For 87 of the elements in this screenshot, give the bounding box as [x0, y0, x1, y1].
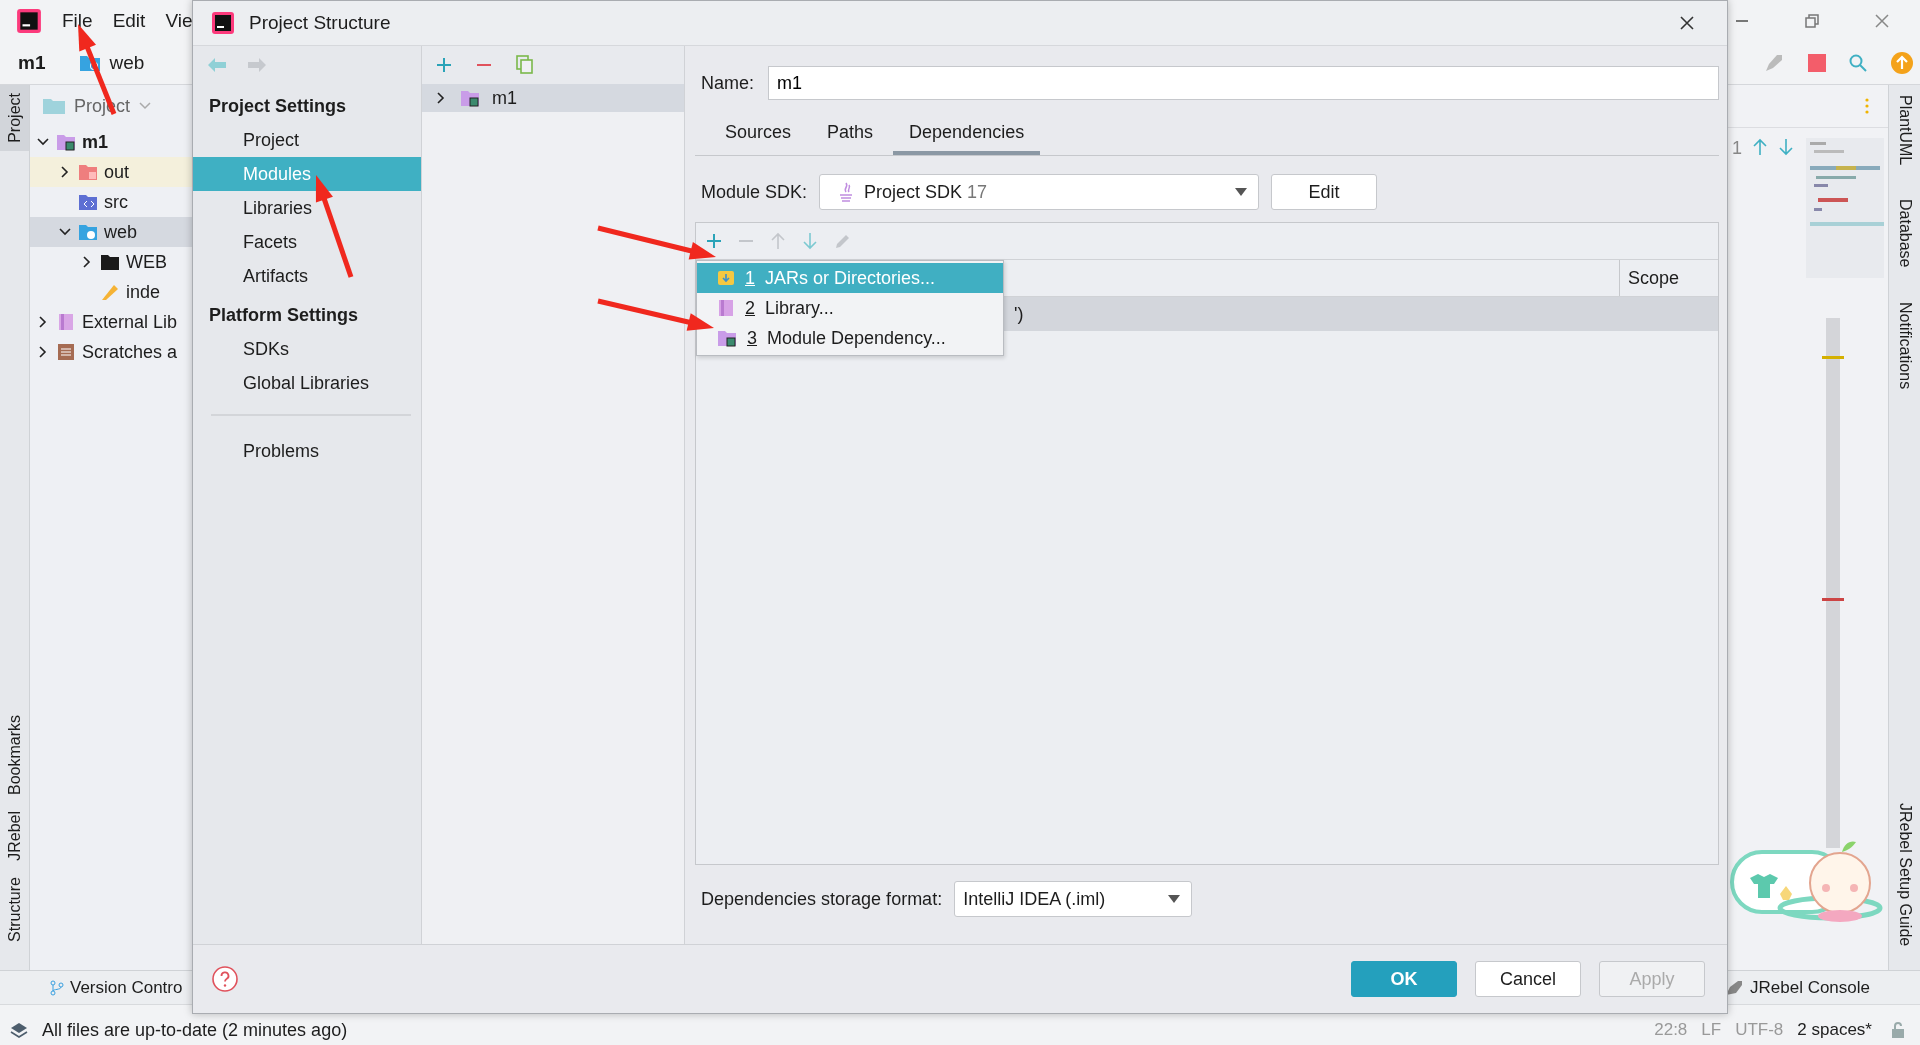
source-folder-icon [78, 193, 98, 211]
name-field[interactable]: m1 [768, 66, 1719, 100]
menu-item[interactable]: File [62, 10, 93, 32]
edit-button[interactable]: Edit [1271, 174, 1378, 210]
tree-item[interactable]: Scratches a [30, 337, 192, 367]
more-icon[interactable] [1864, 98, 1870, 114]
tool-window-button[interactable]: Version Contro [50, 977, 183, 998]
tree-item[interactable]: web [30, 217, 192, 247]
arrow-down-icon[interactable] [1778, 138, 1794, 156]
back-icon[interactable] [207, 57, 227, 73]
close-icon[interactable] [1679, 15, 1695, 31]
nav-item[interactable]: Problems [193, 434, 421, 468]
tool-window-tab[interactable]: JRebel Setup Guide [1895, 802, 1914, 950]
tool-window-tab[interactable]: Bookmarks [0, 707, 29, 804]
tool-window-button[interactable]: JRebel Console [1724, 977, 1870, 998]
pencil-icon[interactable] [834, 232, 852, 250]
update-icon[interactable] [1890, 51, 1914, 75]
status-message: All files are up-to-date (2 minutes ago) [42, 1019, 348, 1041]
dropdown-arrow-icon [1234, 187, 1249, 197]
nav-item[interactable]: Project [193, 123, 421, 157]
file-icon [100, 283, 120, 301]
section-heading: Platform Settings [208, 304, 360, 327]
tree-item[interactable]: inde [30, 277, 192, 307]
nav-item[interactable]: Libraries [193, 191, 421, 225]
folder-icon [100, 253, 120, 271]
library-icon [56, 313, 76, 331]
module-folder-icon [717, 329, 737, 347]
column-header[interactable]: Scope [1620, 260, 1718, 296]
restore-icon[interactable] [1804, 13, 1820, 29]
nav-item[interactable]: Facets [193, 225, 421, 259]
book-icon [717, 299, 735, 317]
app-logo-icon [211, 11, 235, 35]
arrow-up-icon[interactable] [770, 232, 786, 250]
indent-setting[interactable]: 2 spaces* [1797, 1020, 1872, 1040]
module-item[interactable]: m1 [422, 84, 684, 112]
app-logo-icon[interactable] [16, 8, 42, 34]
tree-item[interactable]: out [30, 157, 192, 187]
copy-icon[interactable] [516, 55, 534, 75]
arrow-down-icon[interactable] [802, 232, 818, 250]
layers-icon[interactable] [10, 1021, 28, 1039]
search-icon[interactable] [1848, 53, 1868, 73]
section-heading: Project Settings [208, 95, 348, 118]
tab[interactable]: Dependencies [893, 114, 1041, 155]
nav-item[interactable]: Artifacts [193, 259, 421, 293]
tree-item[interactable]: External Lib [30, 307, 192, 337]
dialog-title: Project Structure [249, 12, 391, 34]
nav-item[interactable]: SDKs [193, 332, 421, 366]
tab[interactable]: Sources [709, 114, 808, 155]
lock-icon[interactable] [1890, 1021, 1906, 1039]
web-folder-icon [78, 223, 98, 241]
field-label: Dependencies storage format: [701, 888, 943, 910]
tree-item[interactable]: m1 [30, 127, 192, 157]
menu-item[interactable]: Vie [165, 10, 193, 32]
nav-item[interactable]: Global Libraries [193, 366, 421, 400]
tool-window-tab[interactable]: Project [0, 85, 29, 151]
download-box-icon [717, 269, 735, 287]
dropdown-arrow-icon [1167, 894, 1182, 904]
help-icon[interactable] [211, 965, 239, 993]
sdk-dropdown[interactable]: Project SDK 17 [819, 174, 1260, 210]
chevron-down-icon[interactable] [138, 101, 153, 111]
add-icon[interactable] [706, 233, 722, 249]
tool-window-tab[interactable]: Database [1895, 199, 1914, 272]
arrow-up-icon[interactable] [1752, 138, 1768, 156]
folder-icon [78, 163, 98, 181]
tool-window-tab[interactable]: PlantUML [1895, 95, 1914, 170]
tool-window-tab[interactable]: Notifications [1895, 301, 1914, 393]
coffee-cup-icon [838, 181, 855, 203]
breadcrumb-item[interactable]: web [109, 52, 145, 74]
dialog-button[interactable]: Cancel [1475, 961, 1581, 997]
tree-item[interactable]: WEB [30, 247, 192, 277]
branch-icon [50, 979, 64, 996]
field-label: Name: [701, 72, 754, 94]
field-label: Module SDK: [701, 181, 808, 203]
line-number: 1 [1732, 138, 1742, 159]
tree-item[interactable]: src [30, 187, 192, 217]
storage-format-dropdown[interactable]: IntelliJ IDEA (.iml) [954, 881, 1193, 917]
module-folder-icon [460, 89, 480, 107]
module-folder-icon [56, 133, 76, 151]
breadcrumb-item[interactable]: m1 [18, 52, 46, 74]
forward-icon[interactable] [247, 57, 267, 73]
notepad-icon [56, 343, 76, 361]
folder-icon [42, 97, 66, 115]
menu-item[interactable]: Edit [112, 10, 146, 32]
tab[interactable]: Paths [811, 114, 890, 155]
tool-window-tab[interactable]: Structure [0, 869, 29, 950]
tool-window-tab[interactable]: JRebel [0, 803, 29, 870]
add-icon[interactable] [436, 57, 452, 73]
